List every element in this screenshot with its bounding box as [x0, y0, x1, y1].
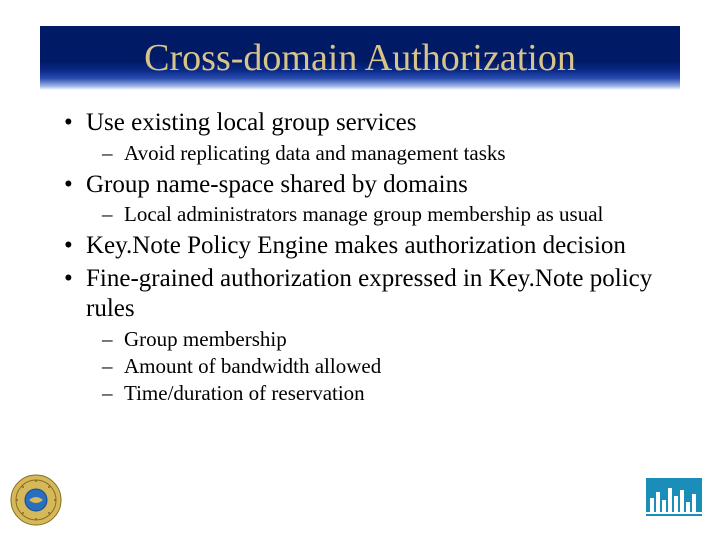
bullet-text: Time/duration of reservation — [124, 381, 365, 405]
bullet-text: Group membership — [124, 327, 287, 351]
seal-icon — [10, 474, 62, 526]
bullet-text: Group name-space shared by domains — [86, 171, 468, 198]
sub-list: Avoid replicating data and management ta… — [86, 141, 670, 166]
list-item: Group membership — [100, 327, 670, 352]
title-bar: Cross-domain Authorization — [40, 26, 680, 90]
list-item: Avoid replicating data and management ta… — [100, 141, 670, 166]
sub-list: Group membership Amount of bandwidth all… — [86, 327, 670, 407]
list-item: Use existing local group services Avoid … — [60, 108, 670, 166]
slide-content: Use existing local group services Avoid … — [60, 108, 670, 410]
bullet-text: Amount of bandwidth allowed — [124, 354, 381, 378]
bullet-text: Fine-grained authorization expressed in … — [86, 265, 652, 323]
bullet-text: Use existing local group services — [86, 109, 416, 136]
list-item: Key.Note Policy Engine makes authorizati… — [60, 231, 670, 262]
list-item: Fine-grained authorization expressed in … — [60, 264, 670, 407]
list-item: Group name-space shared by domains Local… — [60, 170, 670, 228]
bullet-list: Use existing local group services Avoid … — [60, 108, 670, 406]
list-item: Local administrators manage group member… — [100, 202, 670, 227]
slide: Cross-domain Authorization Use existing … — [0, 0, 720, 540]
slide-title: Cross-domain Authorization — [144, 36, 576, 80]
bullet-text: Local administrators manage group member… — [124, 202, 603, 226]
bullet-text: Avoid replicating data and management ta… — [124, 141, 506, 165]
sub-list: Local administrators manage group member… — [86, 202, 670, 227]
bullet-text: Key.Note Policy Engine makes authorizati… — [86, 232, 626, 259]
list-item: Time/duration of reservation — [100, 381, 670, 406]
list-item: Amount of bandwidth allowed — [100, 354, 670, 379]
logo-icon — [646, 478, 702, 520]
